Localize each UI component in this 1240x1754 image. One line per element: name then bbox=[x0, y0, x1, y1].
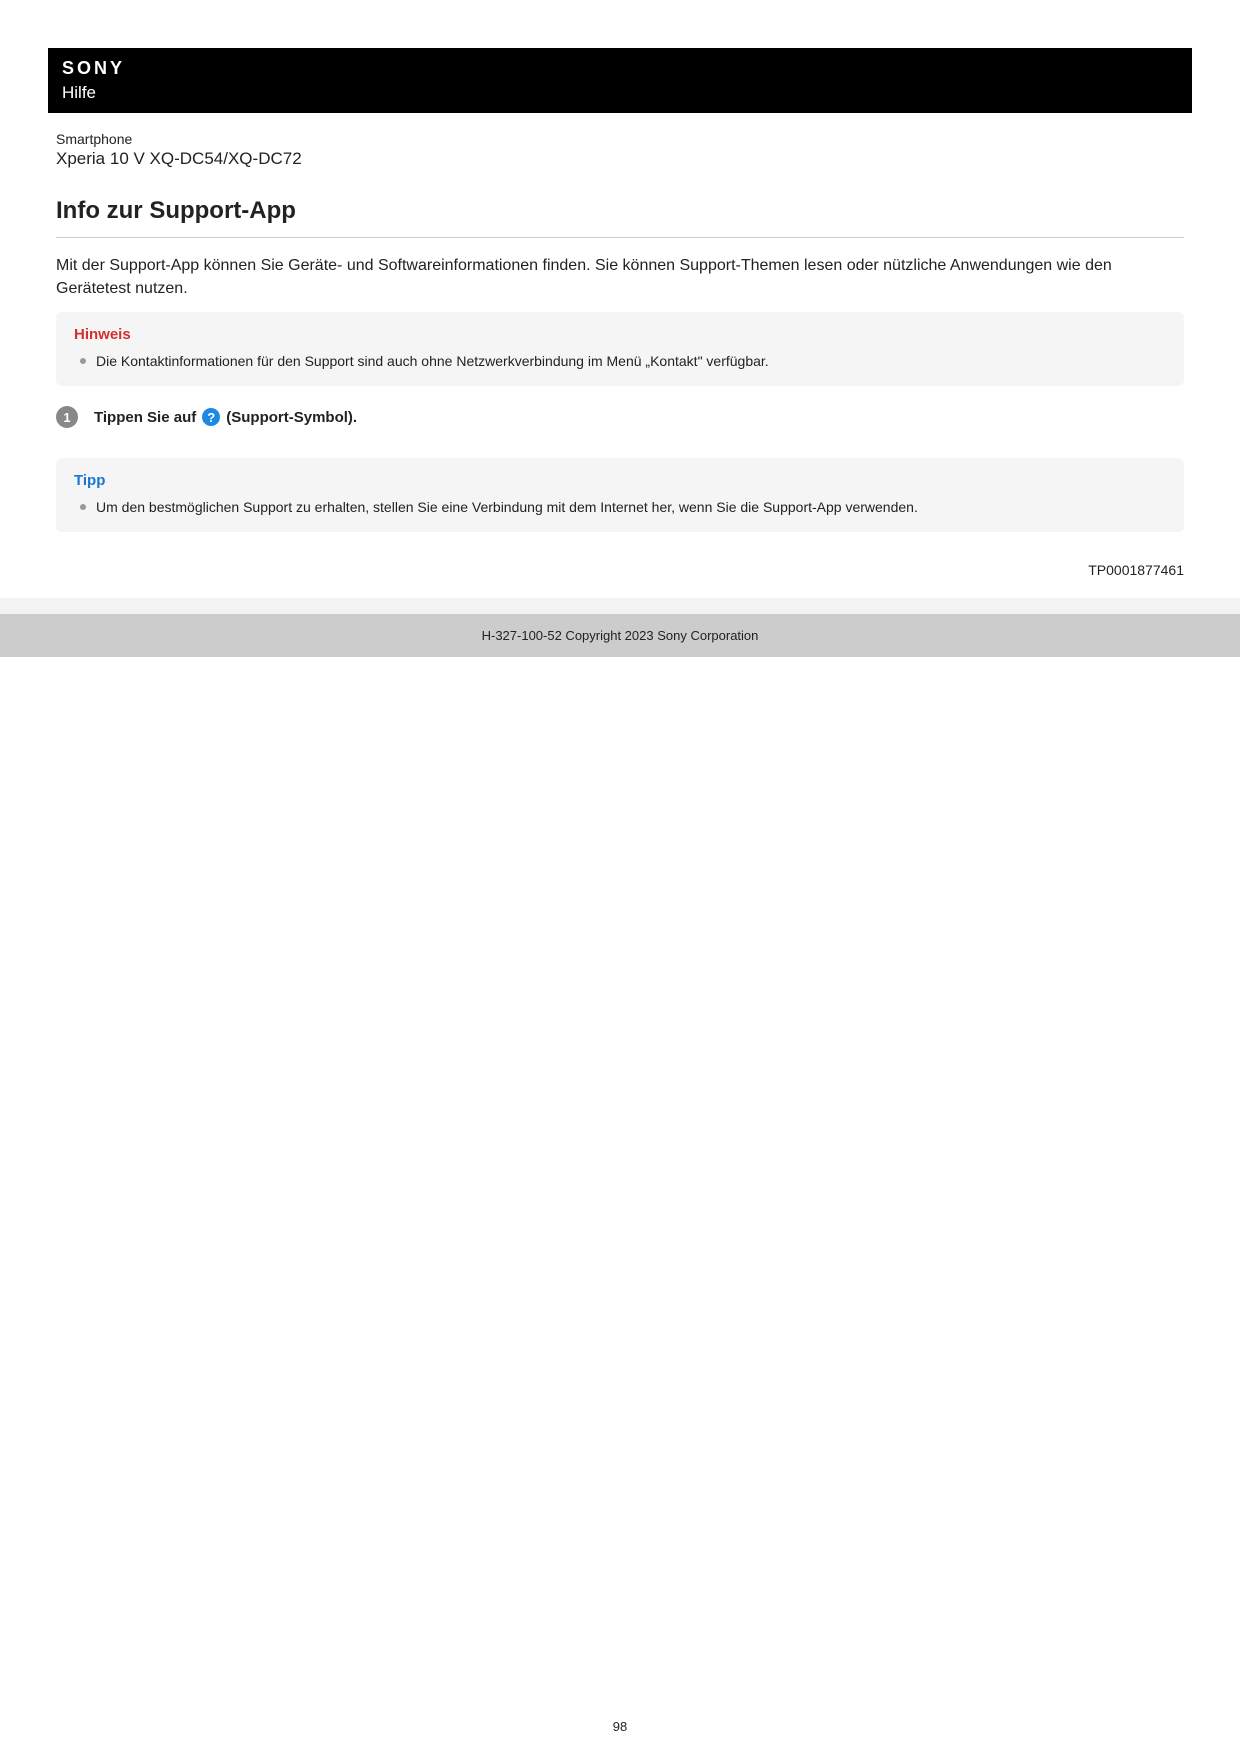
page-title: Info zur Support-App bbox=[56, 197, 1184, 225]
bullet-icon bbox=[80, 504, 86, 510]
note-bullet: Die Kontaktinformationen für den Support… bbox=[80, 351, 1166, 372]
device-model: Xperia 10 V XQ-DC54/XQ-DC72 bbox=[56, 149, 1184, 169]
help-label: Hilfe bbox=[62, 83, 1178, 103]
step-text-after: (Support-Symbol). bbox=[226, 409, 357, 426]
step-number-badge: 1 bbox=[56, 406, 78, 428]
device-type: Smartphone bbox=[56, 131, 1184, 147]
divider bbox=[56, 237, 1184, 238]
tp-code: TP0001877461 bbox=[56, 562, 1184, 578]
step-text-before: Tippen Sie auf bbox=[94, 409, 196, 426]
tip-title: Tipp bbox=[74, 472, 1166, 489]
step-text: Tippen Sie auf ? (Support-Symbol). bbox=[94, 408, 357, 426]
note-title: Hinweis bbox=[74, 326, 1166, 343]
footer-copyright: H-327-100-52 Copyright 2023 Sony Corpora… bbox=[0, 614, 1240, 657]
gray-strip bbox=[0, 598, 1240, 614]
bullet-icon bbox=[80, 358, 86, 364]
tip-text: Um den bestmöglichen Support zu erhalten… bbox=[96, 497, 918, 518]
header-bar: SONY Hilfe bbox=[48, 48, 1192, 113]
tip-bullet: Um den bestmöglichen Support zu erhalten… bbox=[80, 497, 1166, 518]
brand-logo: SONY bbox=[62, 58, 1178, 79]
intro-text: Mit der Support-App können Sie Geräte- u… bbox=[56, 254, 1184, 300]
device-info: Smartphone Xperia 10 V XQ-DC54/XQ-DC72 bbox=[48, 113, 1192, 169]
tip-box: Tipp Um den bestmöglichen Support zu erh… bbox=[56, 458, 1184, 532]
support-icon: ? bbox=[202, 408, 220, 426]
note-box: Hinweis Die Kontaktinformationen für den… bbox=[56, 312, 1184, 386]
step-row: 1 Tippen Sie auf ? (Support-Symbol). bbox=[56, 406, 1184, 428]
note-text: Die Kontaktinformationen für den Support… bbox=[96, 351, 769, 372]
page-number: 98 bbox=[0, 1719, 1240, 1734]
